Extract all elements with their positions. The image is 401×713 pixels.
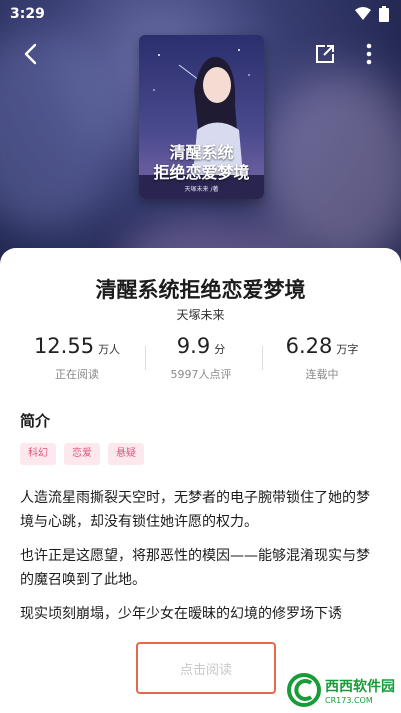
battery-icon (379, 6, 389, 22)
more-button[interactable] (359, 40, 379, 68)
more-vertical-icon (366, 43, 372, 65)
status-time: 3:29 (10, 6, 45, 22)
watermark-site: CR173.COM (325, 695, 373, 705)
share-icon (316, 45, 334, 63)
start-reading-label: 点击阅读 (179, 662, 232, 678)
back-button[interactable] (16, 40, 44, 68)
stat-word-count: 6.28 万字 连载中 (285, 334, 359, 381)
book-stats: 12.55 万人 正在阅读 9.9 分 5997人点评 6.28 万字 连载中 (0, 334, 401, 394)
chevron-left-icon (24, 43, 37, 65)
watermark: 西西软件园 CR173.COM (287, 673, 395, 707)
book-author[interactable]: 天塚未来 (0, 306, 401, 323)
stat-rating[interactable]: 9.9 分 5997人点评 (134, 334, 268, 382)
book-cover[interactable]: 清醒系统 拒绝恋爱梦境 天塚未来 /著 (139, 35, 264, 199)
description-paragraph: 人造流星雨撕裂天空时，无梦者的电子腕带锁住了她的梦境与心跳，却没有锁住她许愿的权… (20, 490, 370, 530)
watermark-logo-icon (287, 673, 321, 707)
tag-scifi[interactable]: 科幻 (20, 443, 56, 465)
tag-list: 科幻 恋爱 悬疑 (20, 443, 144, 465)
start-reading-button[interactable]: 点击阅读 (136, 642, 276, 694)
status-bar: 3:29 (0, 0, 401, 28)
stat-readers: 12.55 万人 正在阅读 (33, 334, 121, 381)
wifi-icon (355, 7, 371, 20)
intro-heading: 简介 (20, 412, 51, 430)
tag-mystery[interactable]: 悬疑 (108, 443, 144, 465)
book-description: 人造流星雨撕裂天空时，无梦者的电子腕带锁住了她的梦境与心跳，却没有锁住她许愿的权… (20, 486, 383, 636)
cover-author: 天塚未来 /著 (184, 186, 219, 193)
description-paragraph: 也许正是这愿望，将那恶性的模因——能够混淆现实与梦的魔召唤到了此地。 (20, 548, 370, 588)
tag-romance[interactable]: 恋爱 (64, 443, 100, 465)
cover-title: 清醒系统 拒绝恋爱梦境 (153, 143, 250, 182)
watermark-brand: 西西软件园 (325, 678, 395, 695)
share-button[interactable] (311, 40, 339, 68)
book-title: 清醒系统拒绝恋爱梦境 (95, 278, 306, 302)
